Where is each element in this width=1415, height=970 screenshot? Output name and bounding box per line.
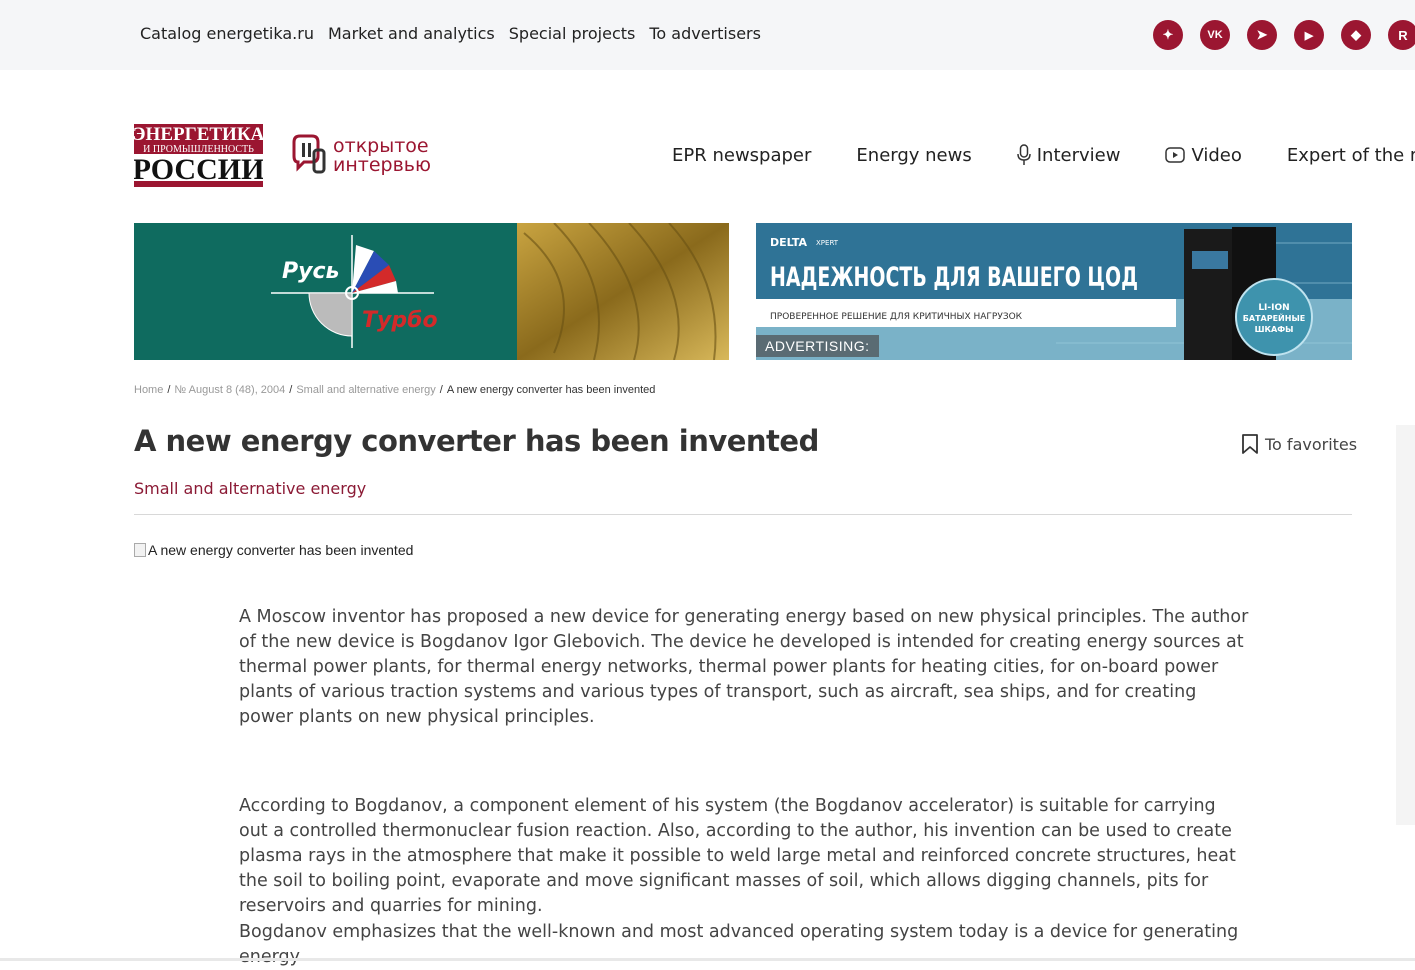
logo-line-1: ЭНЕРГЕТИКА bbox=[134, 124, 263, 145]
nav-interview[interactable]: Interview bbox=[1016, 144, 1121, 166]
article-paragraph: Bogdanov emphasizes that the well-known … bbox=[239, 922, 1239, 967]
social-links: ✦ VK ➤ ▶ ◆ R bbox=[1153, 20, 1415, 50]
article-image: A new energy converter has been invented bbox=[134, 542, 413, 558]
favorites-button[interactable]: To favorites bbox=[1241, 433, 1357, 455]
nav-energy-news[interactable]: Energy news bbox=[856, 144, 971, 166]
broken-image-icon bbox=[134, 543, 146, 557]
advertising-label: ADVERTISING: bbox=[756, 335, 879, 357]
article-paragraph: According to Bogdanov, a component eleme… bbox=[239, 796, 1236, 916]
logo2-line-2: интервью bbox=[333, 154, 431, 176]
breadcrumb-section[interactable]: Small and alternative energy bbox=[296, 384, 435, 396]
nav-epr-newspaper[interactable]: EPR newspaper bbox=[672, 144, 811, 166]
breadcrumb-home[interactable]: Home bbox=[134, 384, 163, 396]
ad2-brand: DELTA bbox=[770, 236, 807, 249]
breadcrumb: Home / № August 8 (48), 2004/Small and alt… bbox=[134, 384, 656, 396]
main-nav: EPR newspaper Energy news Interview Vide… bbox=[672, 144, 1415, 166]
topnav-special-projects-link[interactable]: Special projects bbox=[509, 24, 636, 43]
ad2-brand-2: XPERT bbox=[816, 239, 839, 247]
favorites-label: To favorites bbox=[1265, 434, 1358, 454]
topnav-advertisers-link[interactable]: To advertisers bbox=[649, 24, 761, 43]
top-bar: Catalog energetika.ru Market and analyti… bbox=[0, 0, 1415, 70]
top-nav: Catalog energetika.ru Market and analyti… bbox=[140, 24, 761, 43]
ad2-badge-2: БАТАРЕЙНЫЕ bbox=[1243, 312, 1305, 323]
ad-banner-rus-turbo[interactable]: Русь Турбо bbox=[134, 223, 729, 360]
vk-icon[interactable]: VK bbox=[1200, 20, 1230, 50]
ad2-badge-3: ШКАФЫ bbox=[1255, 325, 1294, 334]
telegram-icon[interactable]: ➤ bbox=[1247, 20, 1277, 50]
ad2-badge-1: LI-ION bbox=[1258, 303, 1289, 313]
ad2-headline: НАДЕЖНОСТЬ ДЛЯ ВАШЕГО ЦОД bbox=[770, 262, 1138, 293]
nav-label: Expert of the mont bbox=[1286, 144, 1415, 166]
open-interview-logo[interactable]: открытое интервью bbox=[290, 132, 435, 178]
side-scrollbar[interactable] bbox=[1396, 425, 1415, 825]
topnav-catalog-link[interactable]: Catalog energetika.ru bbox=[140, 24, 314, 43]
article-category-link[interactable]: Small and alternative energy bbox=[134, 479, 366, 498]
youtube-icon[interactable]: ▶ bbox=[1294, 20, 1324, 50]
nav-video[interactable]: Video bbox=[1165, 144, 1242, 166]
video-play-icon bbox=[1165, 147, 1186, 163]
nav-label: Energy news bbox=[856, 144, 972, 166]
epr-logo[interactable]: ЭНЕРГЕТИКА И ПРОМЫШЛЕННОСТЬ РОССИИ bbox=[134, 124, 263, 187]
article-title: A new energy converter has been invented bbox=[134, 424, 819, 458]
ad1-word-1: Русь bbox=[282, 259, 339, 284]
microphone-icon bbox=[1016, 144, 1031, 165]
divider bbox=[134, 514, 1352, 515]
ad1-word-2: Турбо bbox=[362, 308, 438, 333]
ad2-subline: ПРОВЕРЕННОЕ РЕШЕНИЕ ДЛЯ КРИТИЧНЫХ НАГРУЗ… bbox=[770, 312, 1023, 322]
nav-expert-of-month[interactable]: Expert of the mont bbox=[1287, 144, 1415, 166]
nav-label: Video bbox=[1191, 144, 1242, 166]
article-paragraph: A Moscow inventor has proposed a new dev… bbox=[239, 607, 1249, 727]
dzen-icon[interactable]: ✦ bbox=[1153, 20, 1183, 50]
breadcrumb-current: A new energy converter has been invented bbox=[446, 384, 656, 396]
topnav-market-link[interactable]: Market and analytics bbox=[328, 24, 495, 43]
nav-label: Interview bbox=[1036, 144, 1121, 166]
breadcrumb-issue[interactable]: № August 8 (48), 2004 bbox=[174, 384, 285, 396]
bookmark-icon bbox=[1242, 434, 1258, 454]
pin-icon[interactable]: ◆ bbox=[1341, 20, 1371, 50]
nav-label: EPR newspaper bbox=[672, 144, 812, 166]
rutube-icon[interactable]: R bbox=[1388, 20, 1415, 50]
image-alt-text: A new energy converter has been invented bbox=[148, 542, 414, 558]
